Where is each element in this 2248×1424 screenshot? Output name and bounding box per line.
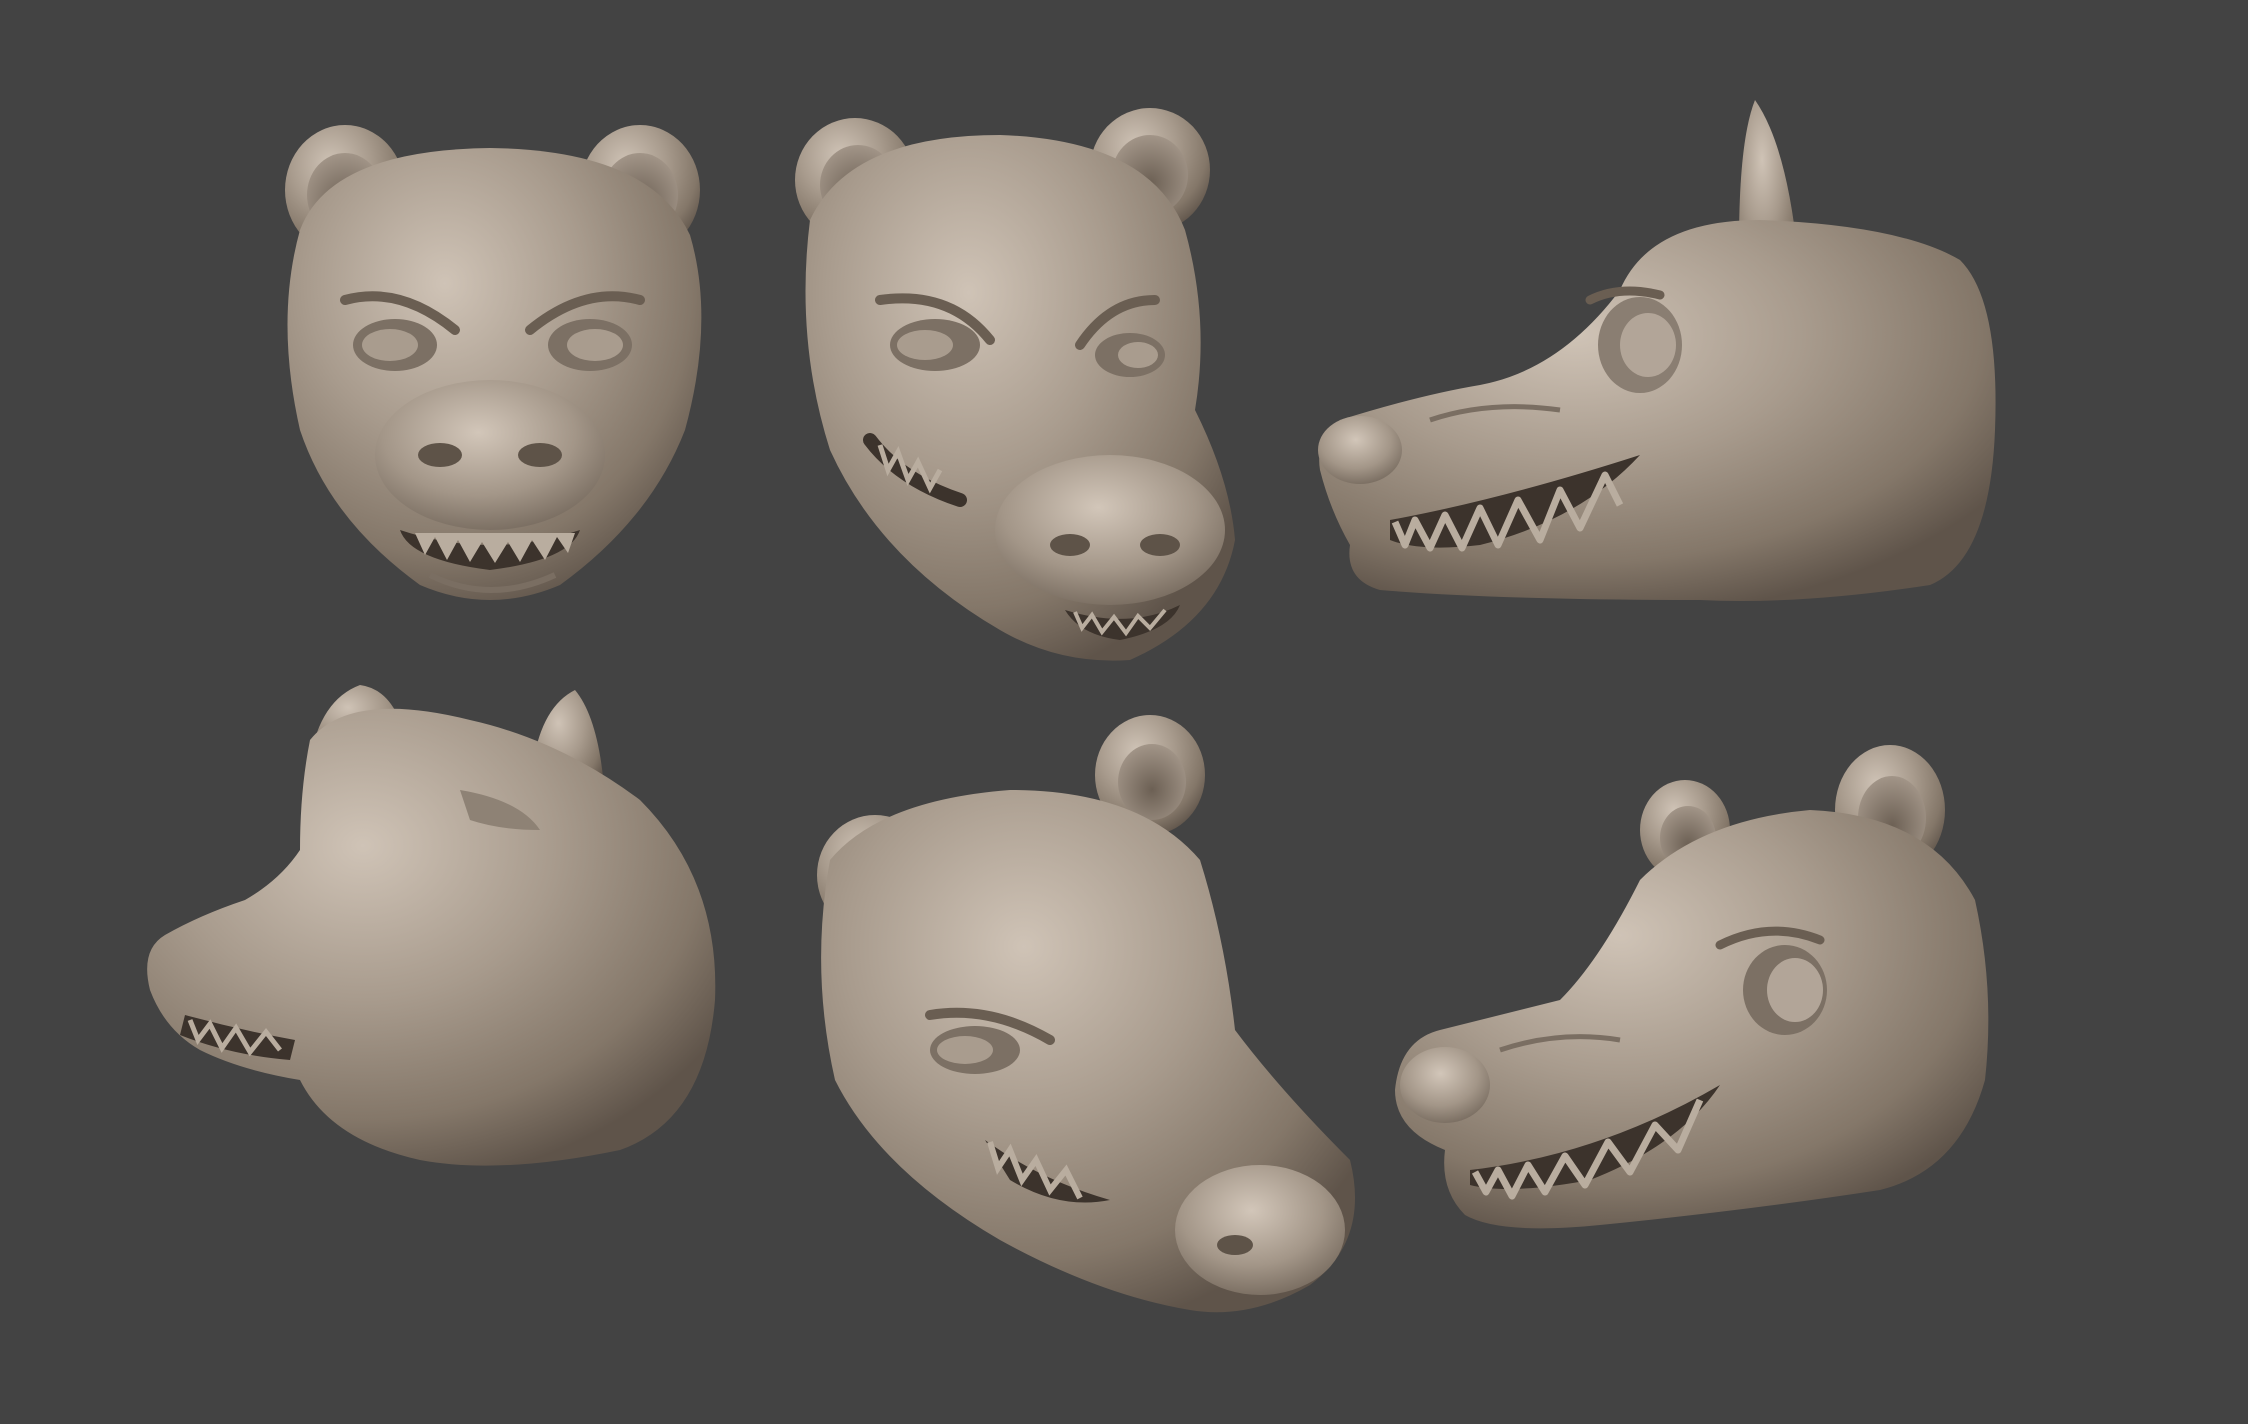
render-canvas [147,100,1996,1313]
viewport[interactable] [0,0,2248,1424]
head-front-view [285,125,702,600]
head-three-quarter-left-view [1395,745,1989,1229]
head-low-three-quarter-view [817,715,1355,1313]
head-three-quarter-front-view [795,108,1235,661]
head-side-view [1318,100,1996,601]
head-back-view [147,685,716,1166]
